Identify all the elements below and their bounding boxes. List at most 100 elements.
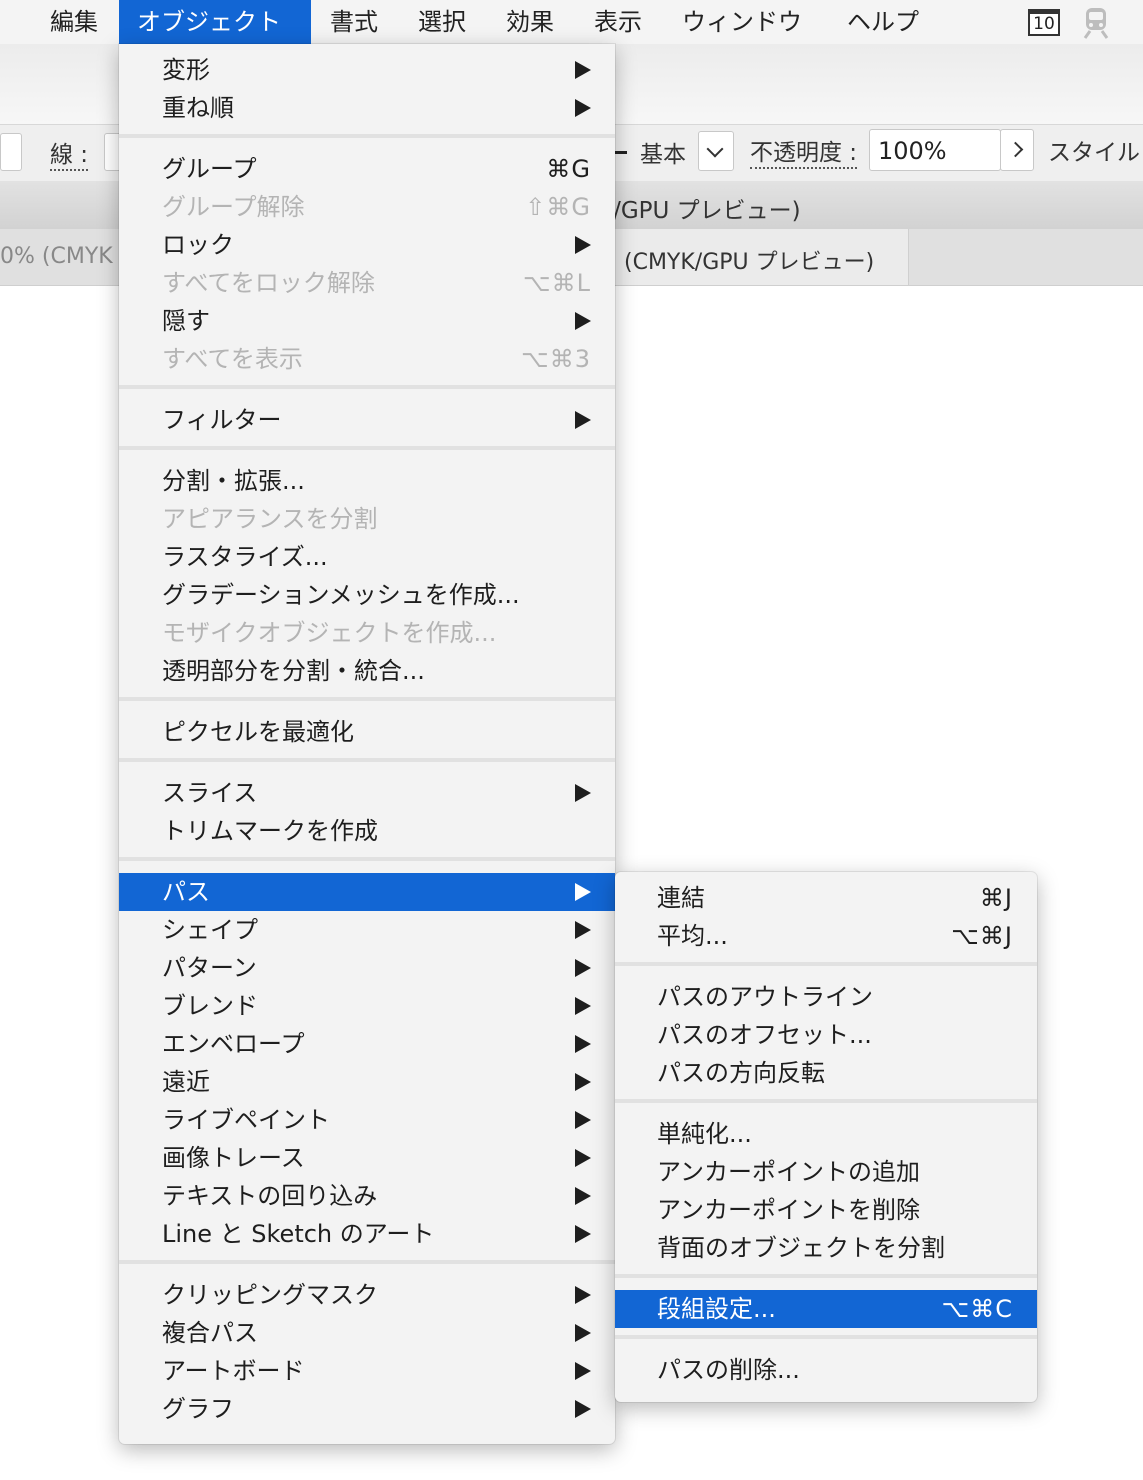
document-tab-active[interactable]: (CMYK/GPU プレビュー) <box>612 229 909 285</box>
object-menu-item[interactable]: ラスタライズ... <box>119 538 615 576</box>
menu-item-label: トリムマークを作成 <box>162 817 378 845</box>
menu-item-label: 複合パス <box>162 1319 258 1347</box>
menu-select[interactable]: 選択 <box>400 0 484 44</box>
menu-separator <box>615 1099 1037 1103</box>
path-submenu-item[interactable]: 平均... ⌥⌘J <box>615 917 1037 955</box>
menu-item-label: ブレンド <box>162 992 258 1020</box>
submenu-arrow-icon <box>575 236 591 254</box>
submenu-arrow-icon <box>575 1187 591 1205</box>
object-menu-item[interactable]: テキストの回り込み <box>119 1177 615 1215</box>
menu-item-label: モザイクオブジェクトを作成... <box>162 619 497 647</box>
object-menu-item[interactable]: グラデーションメッシュを作成... <box>119 576 615 614</box>
object-menu-item[interactable]: フィルター <box>119 401 615 439</box>
object-menu-item[interactable]: 遠近 <box>119 1063 615 1101</box>
menu-separator <box>119 134 615 138</box>
menu-item-label: ラスタライズ... <box>162 543 328 571</box>
chevron-down-icon <box>706 140 724 158</box>
object-menu-item[interactable]: 透明部分を分割・統合... <box>119 652 615 690</box>
submenu-arrow-icon <box>575 411 591 429</box>
path-submenu: 連結 ⌘J 平均... ⌥⌘J パスのアウトラインパスのオフセット... パスの方向反転単… <box>615 872 1037 1402</box>
object-menu-item[interactable]: 分割・拡張... <box>119 462 615 500</box>
opacity-field[interactable]: 100% <box>869 129 1001 171</box>
menu-item-label: フィルター <box>162 406 282 434</box>
object-menu-item[interactable]: 複合パス <box>119 1314 615 1352</box>
object-menu-item: アピアランスを分割 <box>119 500 615 538</box>
object-menu-item[interactable]: ブレンド <box>119 987 615 1025</box>
submenu-arrow-icon <box>575 959 591 977</box>
menu-item-label: パスの方向反転 <box>657 1059 825 1087</box>
path-submenu-item[interactable]: パスの方向反転 <box>615 1054 1037 1092</box>
chevron-right-icon <box>1007 141 1024 158</box>
menu-item-label: 分割・拡張... <box>162 467 305 495</box>
menu-edit[interactable]: 編集 <box>32 0 116 44</box>
object-menu-item[interactable]: パス <box>119 873 615 911</box>
submenu-arrow-icon <box>575 1073 591 1091</box>
menu-item-label: グラデーションメッシュを作成... <box>162 581 520 609</box>
menu-item-label: シェイプ <box>162 916 258 944</box>
menu-item-shortcut: ⇧⌘G <box>525 193 591 221</box>
menu-separator <box>615 1274 1037 1278</box>
submenu-arrow-icon <box>575 312 591 330</box>
menu-view[interactable]: 表示 <box>576 0 660 44</box>
object-menu-item[interactable]: クリッピングマスク <box>119 1276 615 1314</box>
menu-item-label: クリッピングマスク <box>162 1281 378 1309</box>
calendar-icon[interactable]: 10 <box>1028 9 1060 36</box>
menu-item-shortcut: ⌥⌘J <box>951 922 1013 950</box>
train-icon[interactable] <box>1082 6 1110 40</box>
path-submenu-item[interactable]: パスのオフセット... <box>615 1016 1037 1054</box>
object-menu-item[interactable]: トリムマークを作成 <box>119 812 615 850</box>
menu-item-label: すべてを表示 <box>162 345 303 373</box>
opacity-expand-button[interactable] <box>1000 129 1034 171</box>
object-menu-item[interactable]: グラフ <box>119 1390 615 1428</box>
menu-item-label: 平均... <box>657 922 728 950</box>
object-menu-item[interactable]: ロック <box>119 226 615 264</box>
object-menu-item[interactable]: Line と Sketch のアート <box>119 1215 615 1253</box>
menu-object[interactable]: オブジェクト <box>119 0 311 44</box>
path-submenu-item[interactable]: アンカーポイントの追加 <box>615 1153 1037 1191</box>
object-menu-item[interactable]: スライス <box>119 774 615 812</box>
menu-window[interactable]: ウィンドウ <box>664 0 820 44</box>
object-menu-item[interactable]: 画像トレース <box>119 1139 615 1177</box>
path-submenu-item[interactable]: 単純化... <box>615 1115 1037 1153</box>
submenu-arrow-icon <box>575 1225 591 1243</box>
submenu-arrow-icon <box>575 997 591 1015</box>
menu-item-label: テキストの回り込み <box>162 1182 378 1210</box>
menu-item-label: アンカーポイントの追加 <box>657 1158 921 1186</box>
path-submenu-item[interactable]: パスの削除... <box>615 1351 1037 1389</box>
menu-item-label: パスのアウトライン <box>657 983 873 1011</box>
menu-type[interactable]: 書式 <box>312 0 396 44</box>
menu-separator <box>119 446 615 450</box>
submenu-arrow-icon <box>575 1324 591 1342</box>
menu-help[interactable]: ヘルプ <box>829 0 937 44</box>
object-menu-item[interactable]: アートボード <box>119 1352 615 1390</box>
control-bar-left-field[interactable] <box>0 133 22 171</box>
menu-separator <box>615 962 1037 966</box>
brush-dropdown[interactable] <box>698 131 734 171</box>
object-menu-item[interactable]: グループ ⌘G <box>119 150 615 188</box>
object-menu-item[interactable]: シェイプ <box>119 911 615 949</box>
object-menu-item: グループ解除 ⇧⌘G <box>119 188 615 226</box>
path-submenu-item[interactable]: 段組設定... ⌥⌘C <box>615 1290 1037 1328</box>
menu-item-label: 遠近 <box>162 1068 210 1096</box>
path-submenu-item[interactable]: 背面のオブジェクトを分割 <box>615 1229 1037 1267</box>
object-menu-item[interactable]: ライブペイント <box>119 1101 615 1139</box>
opacity-value: 100% <box>878 137 947 165</box>
object-menu-item[interactable]: 変形 <box>119 51 615 89</box>
menu-item-label: 背面のオブジェクトを分割 <box>657 1234 945 1262</box>
menu-item-shortcut: ⌥⌘L <box>522 269 591 297</box>
document-tab-left-label[interactable]: 0% (CMYK <box>0 244 113 269</box>
object-menu-item[interactable]: エンベロープ <box>119 1025 615 1063</box>
menu-item-shortcut: ⌘J <box>979 884 1013 912</box>
menu-effect[interactable]: 効果 <box>488 0 572 44</box>
object-menu-item[interactable]: 隠す <box>119 302 615 340</box>
menu-separator <box>119 697 615 701</box>
object-menu-item[interactable]: 重ね順 <box>119 89 615 127</box>
menu-item-label: グラフ <box>162 1395 234 1423</box>
path-submenu-item[interactable]: パスのアウトライン <box>615 978 1037 1016</box>
menu-item-label: パス <box>162 878 210 906</box>
object-menu-item[interactable]: パターン <box>119 949 615 987</box>
object-menu-item: すべてをロック解除 ⌥⌘L <box>119 264 615 302</box>
path-submenu-item[interactable]: 連結 ⌘J <box>615 879 1037 917</box>
object-menu-item[interactable]: ピクセルを最適化 <box>119 713 615 751</box>
path-submenu-item[interactable]: アンカーポイントを削除 <box>615 1191 1037 1229</box>
